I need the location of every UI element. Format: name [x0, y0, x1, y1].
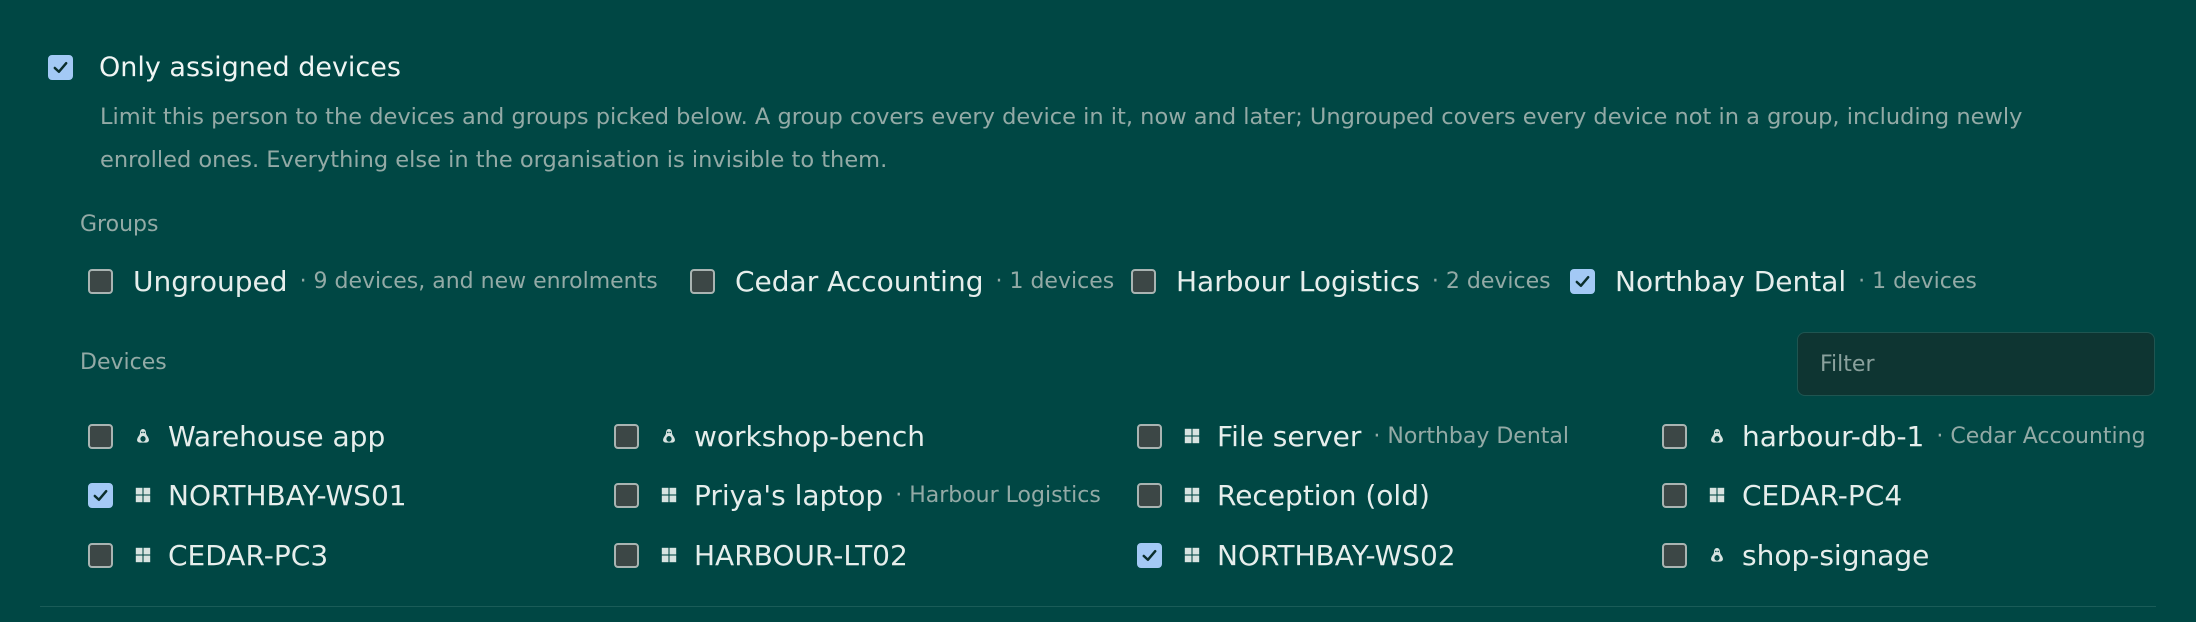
help-text: Limit this person to the devices and gro…: [100, 104, 2023, 173]
device-checkbox[interactable]: [1662, 482, 1687, 508]
windows-icon: [659, 485, 679, 505]
device-name: shop-signage: [1742, 538, 1930, 572]
device-name: Priya's laptop: [694, 478, 884, 512]
device-name: Warehouse app: [168, 419, 386, 453]
device-checkbox[interactable]: [1137, 423, 1162, 449]
device-name: harbour-db-1: [1742, 419, 1925, 453]
only-assigned-devices-label: Only assigned devices: [99, 52, 401, 83]
group-name: Cedar Accounting: [735, 264, 984, 298]
device-name: CEDAR-PC3: [168, 538, 329, 572]
groups-heading: Groups: [80, 212, 159, 237]
group-name: Northbay Dental: [1615, 264, 1847, 298]
linux-icon: [133, 426, 153, 446]
device-option[interactable]: CEDAR-PC4: [1662, 478, 1903, 512]
group-checkbox[interactable]: [690, 268, 715, 294]
windows-icon: [1182, 426, 1202, 446]
only-assigned-devices-option[interactable]: Only assigned devices: [48, 52, 401, 83]
group-device-count: · 1 devices: [1858, 268, 1977, 294]
group-device-count: · 2 devices: [1431, 268, 1551, 294]
device-checkbox[interactable]: [1137, 542, 1162, 568]
linux-icon: [1707, 426, 1727, 446]
group-checkbox[interactable]: [1570, 268, 1595, 294]
group-checkbox[interactable]: [88, 268, 113, 294]
windows-icon: [1182, 485, 1202, 505]
device-option[interactable]: File server · Northbay Dental: [1137, 419, 1570, 453]
device-group: · Cedar Accounting: [1936, 423, 2146, 449]
device-checkbox[interactable]: [1662, 542, 1687, 568]
group-option-cedar-accounting[interactable]: Cedar Accounting · 1 devices: [690, 264, 1115, 298]
section-divider: [40, 606, 2156, 607]
device-checkbox[interactable]: [1662, 423, 1687, 449]
device-name: File server: [1217, 419, 1362, 453]
device-group: · Harbour Logistics: [895, 482, 1101, 508]
device-name: HARBOUR-LT02: [694, 538, 908, 572]
group-device-count: · 1 devices: [995, 268, 1115, 294]
device-name: NORTHBAY-WS01: [168, 478, 407, 512]
device-option[interactable]: harbour-db-1 · Cedar Accounting: [1662, 419, 2146, 453]
checkmark-icon: [1142, 549, 1157, 561]
linux-icon: [1707, 545, 1727, 565]
group-option-ungrouped[interactable]: Ungrouped · 9 devices, and new enrolment…: [88, 264, 658, 298]
device-option[interactable]: workshop-bench: [614, 419, 925, 453]
device-checkbox[interactable]: [614, 423, 639, 449]
windows-icon: [659, 545, 679, 565]
device-option[interactable]: HARBOUR-LT02: [614, 538, 908, 572]
device-checkbox[interactable]: [88, 423, 113, 449]
checkmark-icon: [1575, 275, 1590, 287]
group-name: Harbour Logistics: [1176, 264, 1420, 298]
windows-icon: [133, 545, 153, 565]
group-option-harbour-logistics[interactable]: Harbour Logistics · 2 devices: [1131, 264, 1551, 298]
windows-icon: [1707, 485, 1727, 505]
device-checkbox[interactable]: [88, 482, 113, 508]
device-checkbox[interactable]: [614, 482, 639, 508]
linux-icon: [659, 426, 679, 446]
device-name: CEDAR-PC4: [1742, 478, 1903, 512]
device-group: · Northbay Dental: [1373, 423, 1570, 449]
device-name: Reception (old): [1217, 478, 1430, 512]
windows-icon: [133, 485, 153, 505]
device-option[interactable]: Reception (old): [1137, 478, 1430, 512]
checkmark-icon: [53, 61, 68, 74]
device-name: workshop-bench: [694, 419, 925, 453]
device-option[interactable]: NORTHBAY-WS02: [1137, 538, 1456, 572]
device-checkbox[interactable]: [1137, 482, 1162, 508]
device-name: NORTHBAY-WS02: [1217, 538, 1456, 572]
group-option-northbay-dental[interactable]: Northbay Dental · 1 devices: [1570, 264, 1977, 298]
group-checkbox[interactable]: [1131, 268, 1156, 294]
device-option[interactable]: shop-signage: [1662, 538, 1930, 572]
device-option[interactable]: CEDAR-PC3: [88, 538, 329, 572]
group-name: Ungrouped: [133, 264, 288, 298]
device-checkbox[interactable]: [88, 542, 113, 568]
device-option[interactable]: NORTHBAY-WS01: [88, 478, 407, 512]
device-option[interactable]: Warehouse app: [88, 419, 386, 453]
device-checkbox[interactable]: [614, 542, 639, 568]
checkmark-icon: [93, 489, 108, 501]
device-filter-input[interactable]: [1797, 332, 2155, 396]
device-option[interactable]: Priya's laptop · Harbour Logistics: [614, 478, 1101, 512]
only-assigned-devices-checkbox[interactable]: [48, 55, 73, 80]
group-device-count: · 9 devices, and new enrolments: [299, 268, 658, 294]
windows-icon: [1182, 545, 1202, 565]
devices-heading: Devices: [80, 350, 167, 375]
